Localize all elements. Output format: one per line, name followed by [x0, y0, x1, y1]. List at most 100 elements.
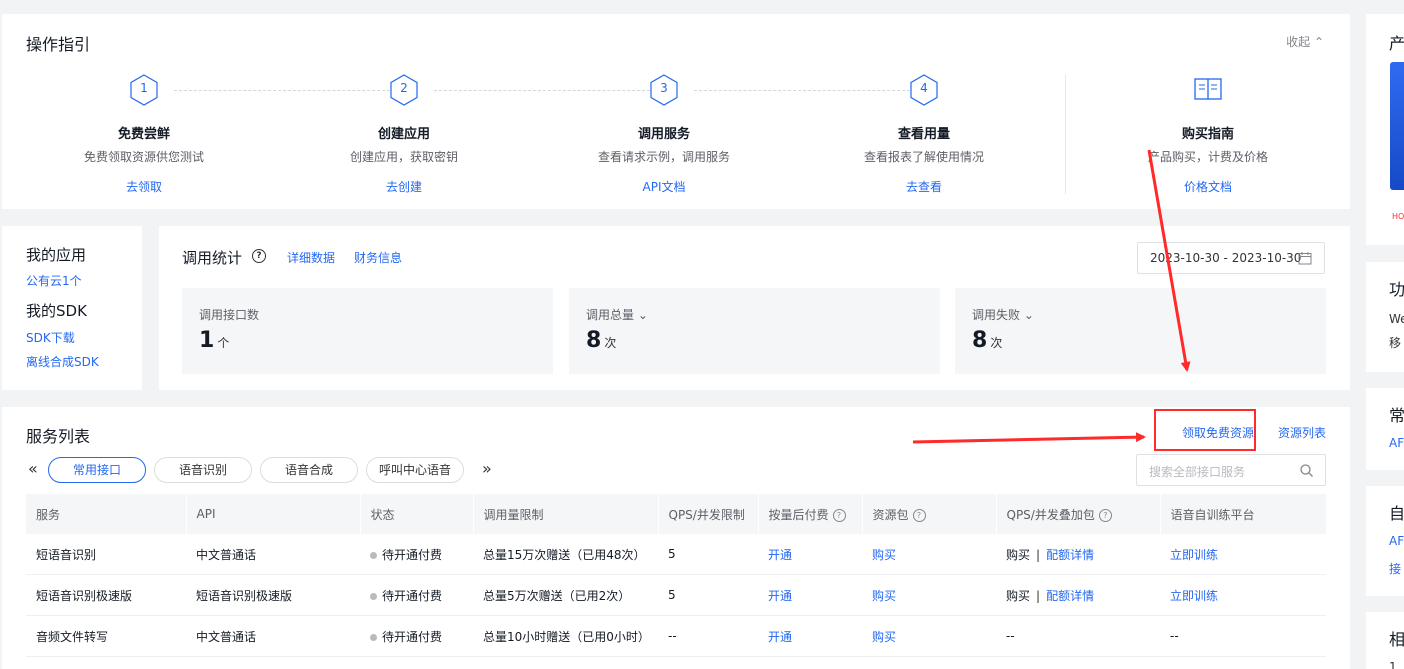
qps-buy-cell: -- — [996, 615, 1160, 657]
scroll-right-icon[interactable]: » — [482, 459, 492, 478]
column-header: API — [185, 494, 360, 534]
quota-detail-link[interactable]: 配额详情 — [1046, 548, 1094, 562]
qps-buy-link[interactable]: 购买 — [1006, 548, 1030, 562]
tab-call-center[interactable]: 呼叫中心语音 — [366, 457, 464, 483]
right-panel-related: 相 1 — [1366, 612, 1404, 669]
call-limit: 总量5万次赠送（已用2次） — [473, 574, 658, 616]
step-link-claim[interactable]: 去领取 — [126, 180, 162, 194]
step-desc: 创建应用，获取密钥 — [349, 150, 458, 164]
stat-unit: 个 — [217, 336, 230, 350]
buy-package-link[interactable]: 购买 — [872, 630, 896, 644]
stat-unit: 次 — [990, 336, 1003, 350]
scroll-left-icon[interactable]: « — [28, 459, 38, 478]
buy-package-link[interactable]: 购买 — [872, 548, 896, 562]
step-number-icon: 1 — [129, 74, 159, 106]
step-number-icon: 2 — [389, 74, 419, 106]
stat-dropdown[interactable]: 调用失败 ⌄ — [972, 306, 1034, 323]
help-icon[interactable]: ? — [912, 508, 926, 522]
date-range-value: 2023-10-30 - 2023-10-30 — [1150, 251, 1302, 265]
tab-speech-recognition[interactable]: 语音识别 — [154, 457, 252, 483]
column-header: 服务 — [26, 494, 186, 534]
stat-card-api-count: 调用接口数 1个 — [182, 288, 553, 374]
api-name: 中文普通话 — [186, 534, 360, 575]
right-panel-common: 常 AF — [1366, 388, 1404, 470]
status-cell: 待开通付费 — [360, 534, 473, 575]
panel-title: 常 — [1389, 406, 1404, 425]
buy-package-link[interactable]: 购买 — [872, 589, 896, 603]
guide-step-4: 4 查看用量 查看报表了解使用情况 去查看 — [814, 74, 1034, 195]
step-title: 免费尝鲜 — [117, 127, 170, 142]
sdk-download-link[interactable]: SDK下载 — [26, 329, 75, 346]
tab-speech-synthesis[interactable]: 语音合成 — [260, 457, 358, 483]
step-link-api-doc[interactable]: API文档 — [643, 180, 686, 194]
help-icon[interactable]: ? — [1098, 508, 1112, 522]
guide-step-1: 1 免费尝鲜 免费领取资源供您测试 去领取 — [34, 74, 254, 195]
panel-link[interactable]: 接 — [1389, 560, 1401, 577]
guide-title: 操作指引 — [26, 35, 91, 54]
train-now-link[interactable]: 立即训练 — [1170, 589, 1218, 603]
column-header: 状态 — [359, 494, 473, 534]
quota-detail-link[interactable]: 配额详情 — [1046, 589, 1094, 603]
divider — [1065, 74, 1066, 194]
chevron-down-icon: ⌄ — [637, 308, 648, 322]
tab-common-api[interactable]: 常用接口 — [48, 457, 146, 483]
stat-value: 1 — [199, 328, 215, 353]
panel-title: 自 — [1389, 504, 1404, 523]
resource-list-link[interactable]: 资源列表 — [1278, 424, 1326, 441]
step-number-icon: 4 — [909, 74, 939, 106]
status-cell: 待开通付费 — [360, 615, 473, 657]
stat-card-total-calls: 调用总量 ⌄ 8次 — [569, 288, 940, 374]
step-title: 创建应用 — [377, 127, 430, 142]
activate-link[interactable]: 开通 — [768, 630, 792, 644]
step-link-create[interactable]: 去创建 — [386, 180, 422, 194]
column-header: QPS/并发叠加包? — [995, 494, 1160, 534]
table-header-row: 服务 API 状态 调用量限制 QPS/并发限制 按量后付费? 资源包? QPS… — [26, 494, 1326, 534]
panel-item[interactable]: 移 — [1389, 334, 1401, 351]
separator: | — [1036, 588, 1041, 603]
api-name: 短语音识别极速版 — [186, 574, 360, 616]
right-panel-features: 功 We 移 — [1366, 262, 1404, 372]
help-icon[interactable]: ? — [832, 508, 846, 522]
status-dot-icon — [370, 592, 377, 600]
public-cloud-link[interactable]: 公有云1个 — [26, 272, 82, 289]
finance-info-link[interactable]: 财务信息 — [354, 249, 402, 266]
detail-data-link[interactable]: 详细数据 — [287, 249, 335, 266]
search-icon[interactable] — [1300, 464, 1313, 477]
book-icon — [1193, 74, 1223, 106]
banner-caption: HO — [1392, 212, 1404, 221]
activate-link[interactable]: 开通 — [768, 589, 792, 603]
panel-link[interactable]: AF — [1389, 534, 1404, 548]
annotation-highlight-box — [1154, 409, 1256, 451]
collapse-button[interactable]: 收起 ⌃ — [1286, 33, 1324, 50]
service-list-card: 服务列表 领取免费资源 资源列表 « 常用接口 语音识别 语音合成 呼叫中心语音… — [2, 407, 1350, 669]
guide-card: 操作指引 收起 ⌃ 1 免费尝鲜 免费领取资源供您测试 去领取 2 创建应用 创… — [2, 14, 1350, 209]
chevron-up-icon: ⌃ — [1313, 35, 1324, 49]
offline-sdk-link[interactable]: 离线合成SDK — [26, 353, 99, 370]
table-row: 短语音识别 中文普通话 待开通付费 总量15万次赠送（已用48次） 5 开通 购… — [26, 534, 1326, 575]
stat-dropdown[interactable]: 调用总量 ⌄ — [586, 306, 648, 323]
activate-link[interactable]: 开通 — [768, 548, 792, 562]
step-link-view[interactable]: 去查看 — [906, 180, 942, 194]
product-banner[interactable] — [1390, 62, 1404, 190]
help-icon[interactable]: ? — [252, 249, 266, 263]
table-row: 短语音识别极速版 短语音识别极速版 待开通付费 总量5万次赠送（已用2次） 5 … — [26, 574, 1326, 616]
date-range-picker[interactable]: 2023-10-30 - 2023-10-30 — [1137, 242, 1325, 274]
price-doc-link[interactable]: 价格文档 — [1184, 180, 1232, 194]
train-now-link[interactable]: 立即训练 — [1170, 548, 1218, 562]
guide-step-2: 2 创建应用 创建应用，获取密钥 去创建 — [294, 74, 514, 195]
service-search-input[interactable]: 搜索全部接口服务 — [1136, 454, 1326, 486]
train-cell: -- — [1160, 615, 1326, 657]
stat-value: 8 — [972, 328, 988, 353]
step-desc: 免费领取资源供您测试 — [83, 150, 204, 164]
panel-link[interactable]: AF — [1389, 436, 1404, 450]
column-header: 调用量限制 — [472, 494, 658, 534]
search-placeholder: 搜索全部接口服务 — [1149, 465, 1246, 479]
qps-limit: 5 — [658, 574, 758, 616]
guide-step-3: 3 调用服务 查看请求示例，调用服务 API文档 — [554, 74, 774, 195]
buy-guide-title: 购买指南 — [1181, 127, 1234, 142]
chevron-down-icon: ⌄ — [1023, 308, 1034, 322]
panel-item[interactable]: We — [1389, 312, 1404, 326]
service-table: 服务 API 状态 调用量限制 QPS/并发限制 按量后付费? 资源包? QPS… — [26, 494, 1326, 657]
stats-title: 调用统计 — [182, 249, 243, 267]
qps-buy-link[interactable]: 购买 — [1006, 589, 1030, 603]
